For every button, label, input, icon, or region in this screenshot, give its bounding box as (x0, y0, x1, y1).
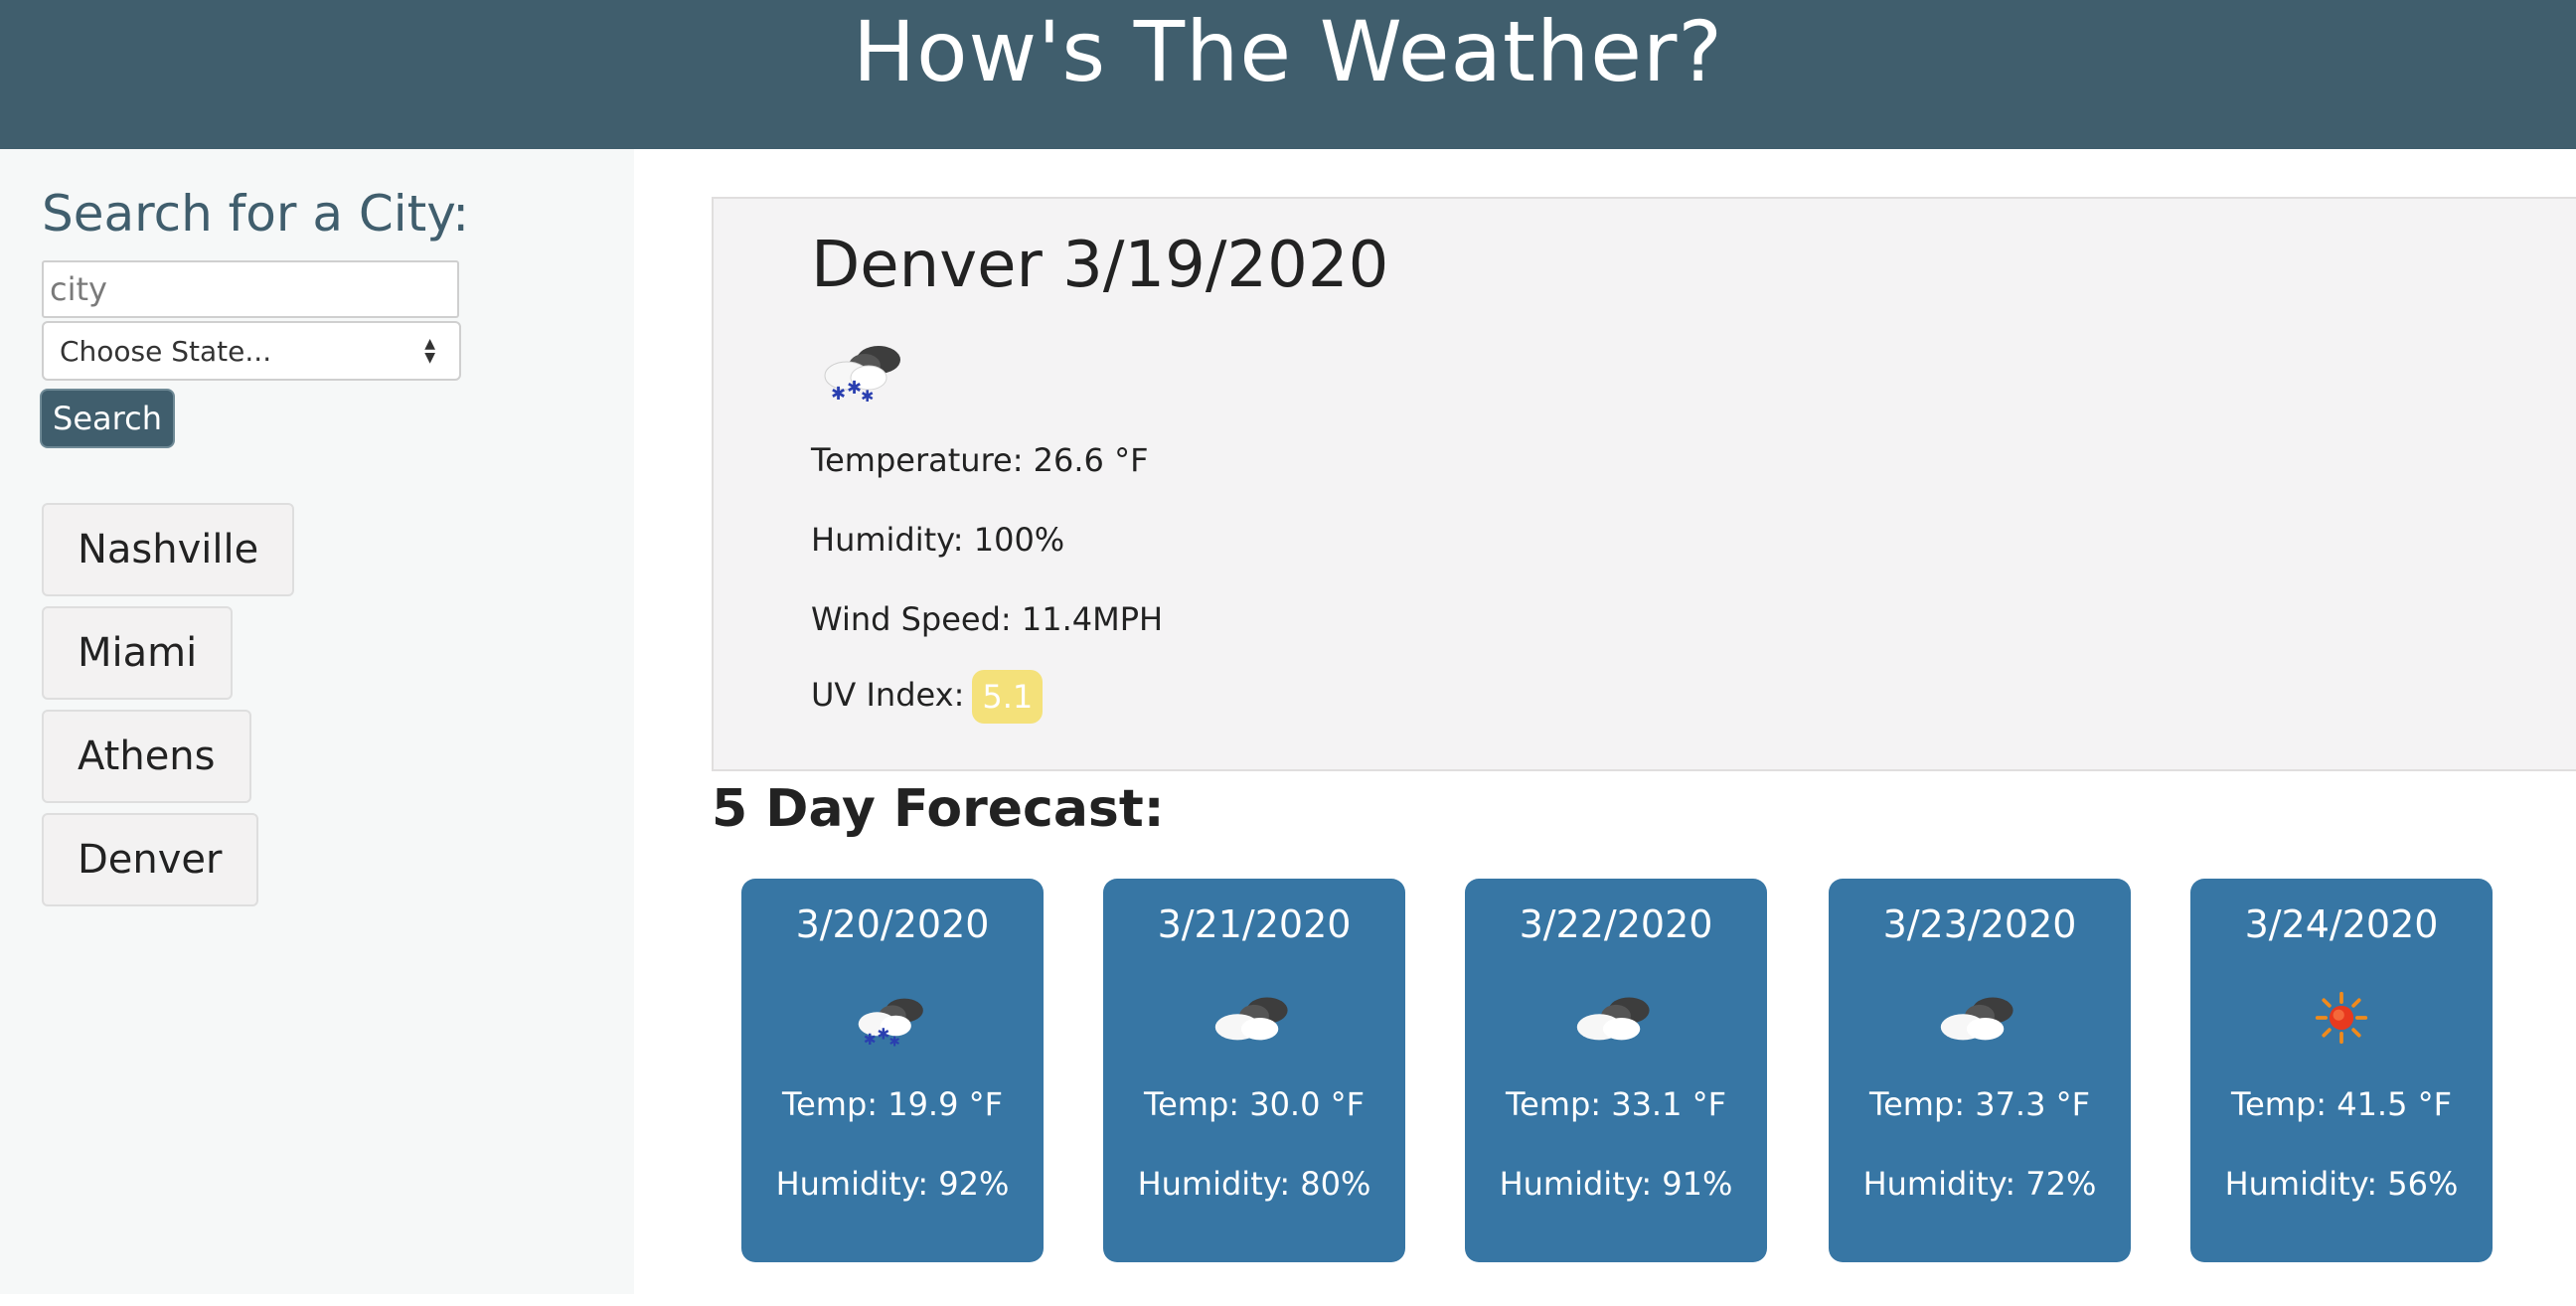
svg-text:✱: ✱ (864, 1031, 877, 1049)
forecast-temp: Temp: 30.0 °F (1143, 1085, 1366, 1123)
forecast-date: 3/21/2020 (1157, 902, 1352, 946)
svg-text:✱: ✱ (889, 1035, 900, 1050)
forecast-date: 3/20/2020 (795, 902, 990, 946)
uv-index-badge: 5.1 (972, 670, 1044, 724)
uv-label: UV Index: (811, 676, 965, 714)
forecast-temp: Temp: 19.9 °F (781, 1085, 1004, 1123)
forecast-card: 3/21/2020 Temp: 30.0 °F Humidity: 80% (1103, 879, 1405, 1262)
forecast-humidity: Humidity: 56% (2224, 1165, 2459, 1203)
svg-text:✱: ✱ (831, 384, 846, 405)
history-city-button[interactable]: Miami (42, 606, 234, 700)
forecast-humidity: Humidity: 72% (1862, 1165, 2097, 1203)
city-input[interactable] (42, 260, 459, 318)
forecast-card: 3/22/2020 Temp: 33.1 °F Humidity: 91% (1465, 879, 1767, 1262)
sun-icon (2190, 990, 2493, 1046)
page-title: How's The Weather? (852, 3, 1723, 100)
state-select-value: Choose State... (60, 334, 272, 368)
cloud-icon (1103, 990, 1405, 1046)
cloud-icon (1465, 990, 1767, 1046)
forecast-date: 3/23/2020 (1882, 902, 2077, 946)
current-city-date: Denver 3/19/2020 (811, 229, 1389, 302)
search-button[interactable]: Search (42, 391, 173, 446)
current-weather-panel: Denver 3/19/2020 ✱ ✱ ✱ Temperature: 26.6… (712, 197, 2576, 771)
forecast-humidity: Humidity: 91% (1499, 1165, 1733, 1203)
history-city-button[interactable]: Denver (42, 813, 258, 906)
forecast-date: 3/24/2020 (2244, 902, 2439, 946)
history-city-button[interactable]: Nashville (42, 503, 295, 596)
svg-text:✱: ✱ (847, 378, 862, 399)
forecast-heading: 5 Day Forecast: (712, 779, 1165, 839)
forecast-temp: Temp: 41.5 °F (2230, 1085, 2453, 1123)
forecast-card: 3/23/2020 Temp: 37.3 °F Humidity: 72% (1829, 879, 2131, 1262)
history-city-button[interactable]: Athens (42, 710, 251, 803)
snow-cloud-icon: ✱ ✱ ✱ (741, 990, 1044, 1050)
forecast-temp: Temp: 33.1 °F (1505, 1085, 1727, 1123)
current-wind-speed: Wind Speed: 11.4MPH (811, 600, 1164, 638)
forecast-humidity: Humidity: 92% (775, 1165, 1010, 1203)
svg-text:✱: ✱ (861, 387, 874, 406)
search-heading: Search for a City: (42, 185, 470, 243)
forecast-card: 3/20/2020 ✱ ✱ ✱ Temp: 19.9 °F Humidity: … (741, 879, 1044, 1262)
forecast-humidity: Humidity: 80% (1137, 1165, 1371, 1203)
select-arrows-icon: ▲ ▼ (424, 336, 435, 366)
current-temperature: Temperature: 26.6 °F (811, 441, 1149, 479)
page-header: How's The Weather? (0, 0, 2576, 149)
cloud-icon (1829, 990, 2131, 1046)
forecast-card: 3/24/2020 Temp: 41.5 °F Humidity: 56% (2190, 879, 2493, 1262)
current-humidity: Humidity: 100% (811, 521, 1065, 559)
current-uv-row: UV Index: 5.1 (811, 670, 1044, 724)
forecast-temp: Temp: 37.3 °F (1868, 1085, 2091, 1123)
svg-text:✱: ✱ (878, 1026, 890, 1044)
snow-cloud-icon: ✱ ✱ ✱ (817, 336, 912, 409)
forecast-date: 3/22/2020 (1519, 902, 1713, 946)
state-select[interactable]: Choose State... ▲ ▼ (42, 321, 461, 381)
